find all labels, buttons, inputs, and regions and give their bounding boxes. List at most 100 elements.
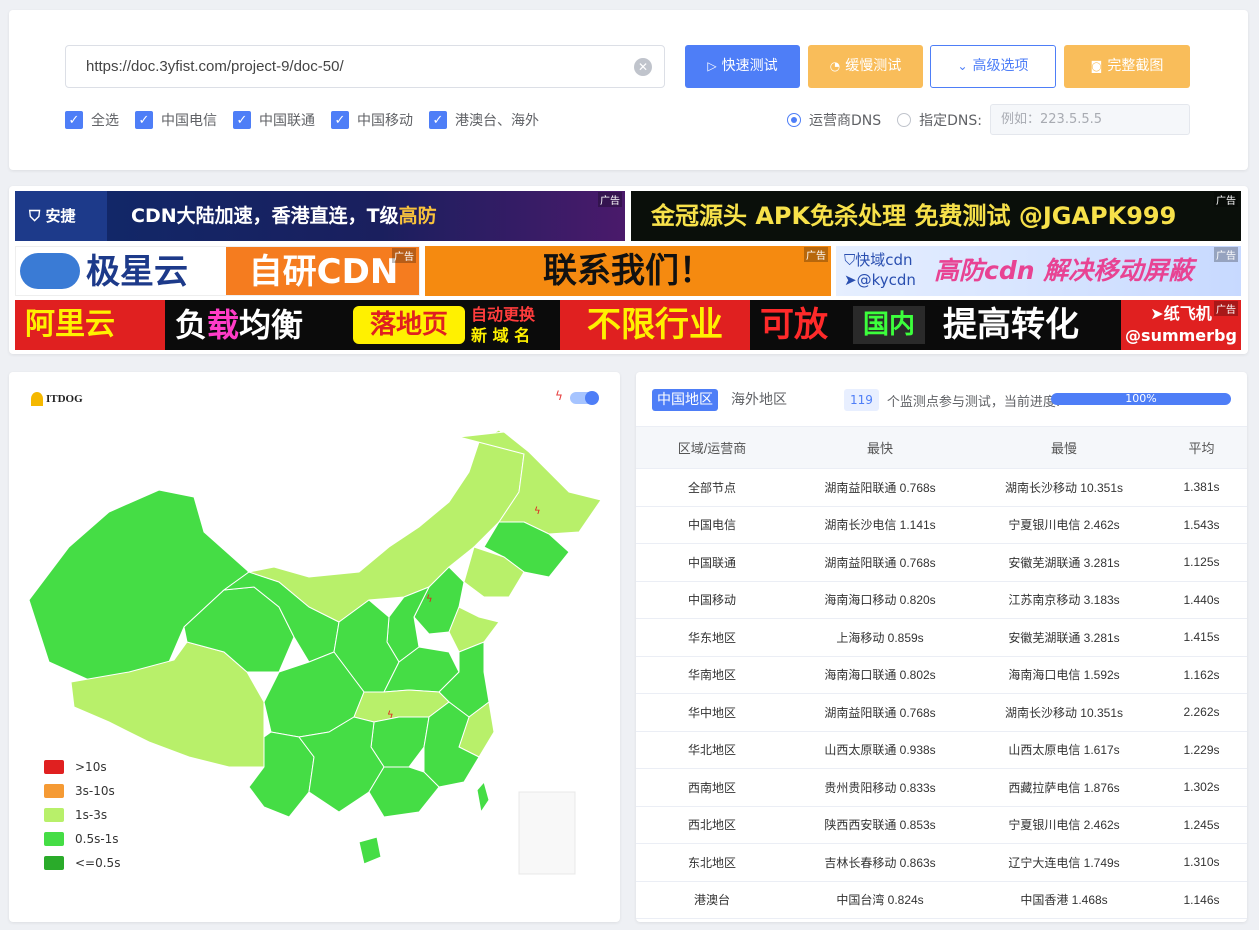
legend-label: <=0.5s [75,856,121,870]
advanced-label: 高级选项 [972,58,1029,74]
isp-filter-group: ✓ 全选 ✓ 中国电信 ✓ 中国联通 ✓ 中国移动 ✓ 港澳台、海外 [65,110,555,130]
legend-item[interactable]: 3s-10s [44,779,120,803]
check-icon: ✓ [429,111,447,129]
cell-fastest: 吉林长春移动 0.863s [788,843,972,882]
check-icon: ✓ [233,111,251,129]
ad-banner-anjie[interactable]: ⛉ 安捷 CDN大陆加速，香港直连，T级高防 广告 [15,191,625,241]
results-table: 区域/运营商 最快 最慢 平均 全部节点 湖南益阳联通 0.768s 湖南长沙移动 … [636,426,1247,919]
legend-swatch [44,856,64,870]
cell-fastest: 湖南益阳联通 0.768s [788,468,972,507]
cell-slowest: 安徽芜湖联通 3.281s [972,618,1156,657]
checkbox-all[interactable]: ✓ 全选 [65,110,119,130]
cell-average: 1.302s [1156,768,1247,807]
cell-slowest: 江苏南京移动 3.183s [972,581,1156,619]
checkbox-hkmo[interactable]: ✓ 港澳台、海外 [429,110,539,130]
map-card: ITDOG ϟ ϟ ϟ ϟ >10s 3s-10s 1s-3s 0.5s-1s … [9,372,620,922]
ad-text: 金冠源头 APK免杀处理 免费测试 @JGAPK999 [651,202,1177,230]
cloud-icon [20,253,80,289]
screenshot-label: 完整截图 [1107,58,1164,74]
map-legend: >10s 3s-10s 1s-3s 0.5s-1s <=0.5s [44,755,120,875]
screenshot-button[interactable]: ◙ 完整截图 [1064,45,1190,88]
region-hainan[interactable] [358,836,382,865]
cell-slowest: 山西太原电信 1.617s [972,731,1156,769]
cell-average: 1.229s [1156,731,1247,769]
ad-word: @summerbg [1125,326,1237,345]
legend-item[interactable]: 1s-3s [44,803,120,827]
legend-label: >10s [75,760,107,774]
ad-word: 自动更换 [471,305,536,324]
cell-slowest: 中国香港 1.468s [972,881,1156,919]
ad-text: 阿里云 [15,300,165,350]
cell-average: 1.415s [1156,618,1247,657]
ad-text-stack: 自动更换新 域 名 [471,304,535,346]
url-input[interactable]: https://doc.3yfist.com/project-9/doc-50/… [65,45,665,88]
cell-fastest: 上海移动 0.859s [788,618,972,657]
dns-radio-group: 运营商DNS 指定DNS: [787,110,998,130]
check-icon: ✓ [331,111,349,129]
cell-fastest: 海南海口联通 0.802s [788,656,972,694]
legend-swatch [44,760,64,774]
chevron-down-icon: ⌄ [957,59,968,73]
col-average: 平均 [1156,426,1247,469]
ad-banner-aliyun[interactable]: 阿里云 负载均衡 落地页 自动更换新 域 名 不限行业 可放 国内 提高转化 ➤… [15,300,1241,350]
ad-word: 国内 [853,306,925,344]
region-taiwan[interactable] [476,780,490,814]
tab-china[interactable]: 中国地区 [652,389,718,411]
ad-text: CDN大陆加速，香港直连，T级高防 [131,191,437,241]
checkbox-unicom[interactable]: ✓ 中国联通 [233,110,315,130]
cell-fastest: 湖南益阳联通 0.768s [788,693,972,732]
ad-word: 新 域 名 [471,326,531,345]
legend-item[interactable]: 0.5s-1s [44,827,120,851]
legend-item[interactable]: <=0.5s [44,851,120,875]
cell-slowest: 湖南长沙移动 10.351s [972,693,1156,732]
ad-handle: @kycdn [856,271,916,289]
tab-overseas[interactable]: 海外地区 [726,389,792,411]
cell-average: 1.245s [1156,806,1247,844]
table-row: 西北地区 陕西西安联通 0.853s 宁夏银川电信 2.462s 1.245s [636,806,1247,844]
table-row: 华东地区 上海移动 0.859s 安徽芜湖联通 3.281s 1.415s [636,618,1247,657]
region-shandong[interactable] [448,606,500,653]
cell-slowest: 辽宁大连电信 1.749s [972,843,1156,882]
legend-label: 0.5s-1s [75,832,119,846]
checkbox-label: 中国电信 [161,112,217,128]
shield-icon: ⛉ [29,207,46,225]
dns-input[interactable]: 例如：223.5.5.5 [990,104,1190,135]
col-region: 区域/运营商 [636,426,788,469]
ad-word: 纸飞机 [1163,304,1212,323]
shield-icon: ⛉ [844,251,856,269]
ad-brand-text: 极星云 [86,252,188,292]
cell-region: 华东地区 [636,618,788,657]
checkbox-label: 中国移动 [357,112,413,128]
ad-banner-jinguan[interactable]: 金冠源头 APK免杀处理 免费测试 @JGAPK999 广告 [631,191,1241,241]
quick-test-button[interactable]: ▷ 快速测试 [685,45,800,88]
slow-test-button[interactable]: ◔ 缓慢测试 [808,45,923,88]
advanced-options-button[interactable]: ⌄ 高级选项 [930,45,1056,88]
checkbox-telecom[interactable]: ✓ 中国电信 [135,110,217,130]
ad-banner-jixingyun[interactable]: 极星云 自研CDN 广告 [15,246,420,296]
ad-text-group: 负载均衡 [175,300,303,350]
cell-fastest: 陕西西安联通 0.853s [788,806,972,844]
legend-swatch [44,832,64,846]
ad-brand: ⛉ 安捷 [15,191,107,241]
cell-average: 1.146s [1156,881,1247,919]
radio-custom-dns[interactable]: 指定DNS: [897,110,982,130]
cell-average: 1.440s [1156,581,1247,619]
ad-banner-contact[interactable]: 联系我们！ 广告 [425,246,831,296]
legend-label: 1s-3s [75,808,108,822]
radio-isp-dns[interactable]: 运营商DNS [787,110,881,130]
clear-icon[interactable]: ✕ [634,58,652,76]
legend-item[interactable]: >10s [44,755,120,779]
cell-slowest: 宁夏银川电信 2.462s [972,806,1156,844]
ad-banner-kuaiyu[interactable]: ⛉快域cdn ➤@kycdn 高防cdn 解决移动屏蔽 广告 [836,246,1241,296]
cell-average: 1.543s [1156,506,1247,544]
ad-word: 负 [175,306,208,344]
checkbox-label: 中国联通 [259,112,315,128]
radio-dot [787,113,801,127]
checkbox-mobile[interactable]: ✓ 中国移动 [331,110,413,130]
node-count: 119 个监测点参与测试，当前进度: [844,389,1060,411]
cell-region: 港澳台 [636,881,788,919]
cell-average: 1.125s [1156,543,1247,582]
checkbox-label: 港澳台、海外 [455,112,539,128]
cell-fastest: 山西太原联通 0.938s [788,731,972,769]
table-row: 中国电信 湖南长沙电信 1.141s 宁夏银川电信 2.462s 1.543s [636,506,1247,544]
